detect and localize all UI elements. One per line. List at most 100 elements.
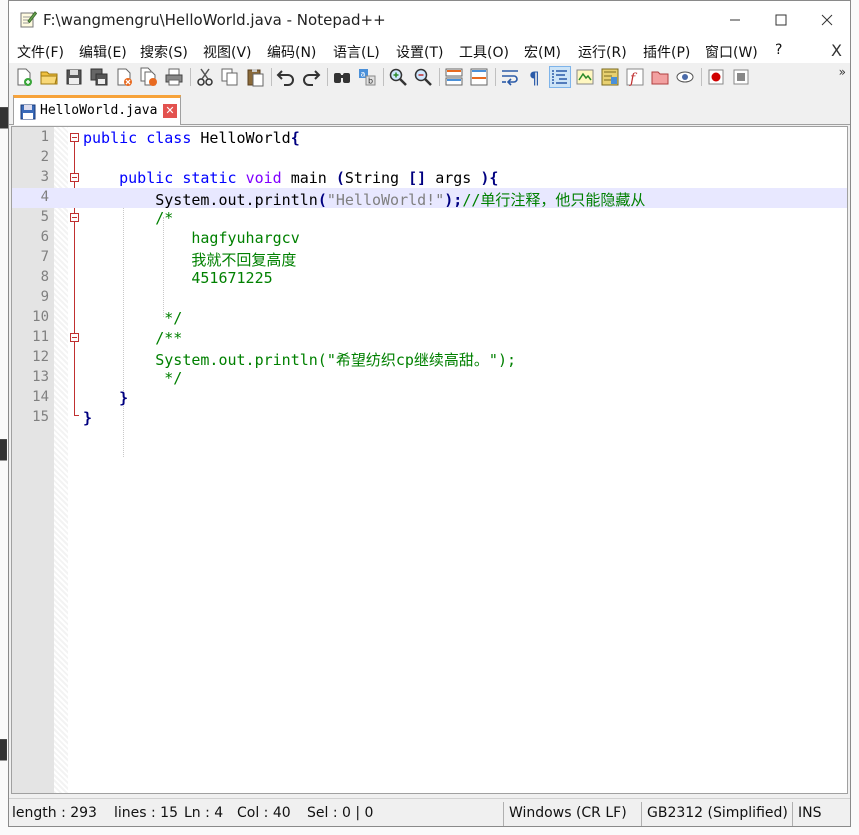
code-line[interactable]: 7 我就不回复高度: [12, 248, 847, 270]
code-line[interactable]: 13 */: [12, 368, 847, 388]
copy-button[interactable]: [220, 67, 240, 87]
fold-toggle-icon[interactable]: [70, 173, 79, 182]
code-token: //单行注释，他只能隐藏从: [462, 191, 646, 209]
menu-help[interactable]: ?: [775, 42, 782, 58]
line-number: 15: [32, 409, 49, 425]
user-defined-language-button[interactable]: [575, 67, 595, 87]
code-token: void: [245, 169, 291, 187]
replace-icon: ab: [359, 69, 376, 86]
menu-run[interactable]: 运行(R): [578, 42, 627, 62]
replace-button[interactable]: ab: [357, 67, 377, 87]
toolbar-separator: [701, 68, 702, 86]
code-line[interactable]: 4 System.out.println("HelloWorld!");//单行…: [12, 188, 847, 209]
print-button[interactable]: [164, 67, 184, 87]
new-file-button[interactable]: [14, 67, 34, 87]
zoom-out-icon: [414, 68, 432, 86]
word-wrap-button[interactable]: [500, 67, 520, 87]
document-map-button[interactable]: [600, 67, 620, 87]
menu-language[interactable]: 语言(L): [333, 42, 380, 62]
menu-view[interactable]: 视图(V): [203, 42, 252, 62]
code-line[interactable]: 6 hagfyuhargcv: [12, 228, 847, 248]
undo-icon: [276, 70, 294, 86]
redo-button[interactable]: [301, 67, 321, 87]
stop-record-icon: [733, 69, 749, 85]
title-bar[interactable]: F:\wangmengru\HelloWorld.java - Notepad+…: [9, 1, 850, 39]
code-text: }: [83, 389, 128, 407]
show-all-characters-button[interactable]: ¶: [525, 67, 545, 87]
fold-toggle-icon[interactable]: [70, 133, 79, 142]
status-separator: [792, 802, 793, 826]
sync-horizontal-button[interactable]: [469, 67, 489, 87]
code-line[interactable]: 15}: [12, 408, 847, 428]
new-file-icon: [17, 68, 32, 86]
code-token: System.out.println("希望纺织cp继续高甜。");: [83, 351, 517, 369]
close-file-button[interactable]: [114, 67, 134, 87]
status-insert-mode[interactable]: INS: [798, 805, 822, 821]
toolbar-overflow-button[interactable]: »: [839, 65, 846, 79]
menu-plugins[interactable]: 插件(P): [643, 42, 690, 62]
menu-macro[interactable]: 宏(M): [524, 42, 561, 62]
zoom-in-button[interactable]: [388, 67, 408, 87]
code-line[interactable]: 1 public class HelloWorld{: [12, 128, 847, 148]
undo-button[interactable]: [276, 67, 296, 87]
paste-button[interactable]: [245, 67, 265, 87]
close-window-button[interactable]: [804, 1, 850, 39]
save-button[interactable]: [64, 67, 84, 87]
function-list-button[interactable]: f: [625, 67, 645, 87]
tab-close-button[interactable]: ✕: [163, 104, 177, 118]
sync-vertical-button[interactable]: [444, 67, 464, 87]
code-line[interactable]: 10 */: [12, 308, 847, 328]
fold-toggle-icon[interactable]: [70, 213, 79, 222]
menu-tools[interactable]: 工具(O): [459, 42, 509, 62]
zoom-out-button[interactable]: [413, 67, 433, 87]
code-line[interactable]: 14 }: [12, 388, 847, 408]
code-line[interactable]: 8 451671225: [12, 268, 847, 288]
status-encoding[interactable]: GB2312 (Simplified): [647, 805, 788, 821]
copy-icon: [221, 68, 238, 86]
find-button[interactable]: [332, 67, 352, 87]
close-document-button[interactable]: X: [831, 41, 842, 60]
stop-recording-button[interactable]: [731, 67, 751, 87]
fold-toggle-icon[interactable]: [70, 333, 79, 342]
notepad-window: F:\wangmengru\HelloWorld.java - Notepad+…: [8, 0, 851, 827]
code-line[interactable]: 2: [12, 148, 847, 168]
code-text: 我就不回复高度: [83, 249, 296, 270]
indent-guide-button[interactable]: [549, 66, 571, 88]
monitor-icon: [676, 71, 694, 83]
code-editor[interactable]: 1 public class HelloWorld{2 3 public stati…: [11, 126, 848, 794]
toolbar-separator: [327, 68, 328, 86]
close-all-button[interactable]: [139, 67, 159, 87]
status-eol[interactable]: Windows (CR LF): [509, 805, 627, 821]
code-token: public class: [83, 129, 201, 147]
line-number: 7: [40, 249, 49, 265]
maximize-button[interactable]: [758, 1, 804, 39]
code-token: /*: [83, 209, 174, 227]
menu-file[interactable]: 文件(F): [17, 42, 64, 62]
code-line[interactable]: 9: [12, 288, 847, 308]
menu-window[interactable]: 窗口(W): [705, 42, 758, 62]
code-token: }: [83, 409, 93, 427]
line-number: 12: [32, 349, 49, 365]
open-file-button[interactable]: [39, 67, 59, 87]
cut-button[interactable]: [195, 67, 215, 87]
menu-settings[interactable]: 设置(T): [396, 42, 443, 62]
toolbar-separator: [383, 68, 384, 86]
code-line[interactable]: 12 System.out.println("希望纺织cp继续高甜。");: [12, 348, 847, 369]
save-all-button[interactable]: [89, 67, 109, 87]
code-text: public static void main (String [] args …: [83, 169, 498, 187]
menu-search[interactable]: 搜索(S): [140, 42, 188, 62]
monitoring-button[interactable]: [675, 67, 695, 87]
record-macro-button[interactable]: [706, 67, 726, 87]
menu-encoding[interactable]: 编码(N): [267, 42, 316, 62]
code-line[interactable]: 3 public static void main (String [] arg…: [12, 168, 847, 188]
folder-as-workspace-button[interactable]: [650, 67, 670, 87]
code-line[interactable]: 5 /*: [12, 208, 847, 228]
code-token: args: [426, 169, 481, 187]
tab-helloworld-java[interactable]: HelloWorld.java ✕: [13, 95, 181, 125]
status-length: length : 293: [12, 805, 97, 821]
menu-edit[interactable]: 编辑(E): [79, 42, 127, 62]
function-list-icon: f: [626, 68, 644, 87]
minimize-button[interactable]: [712, 1, 758, 39]
paste-icon: [247, 69, 264, 87]
code-line[interactable]: 11 /**: [12, 328, 847, 348]
